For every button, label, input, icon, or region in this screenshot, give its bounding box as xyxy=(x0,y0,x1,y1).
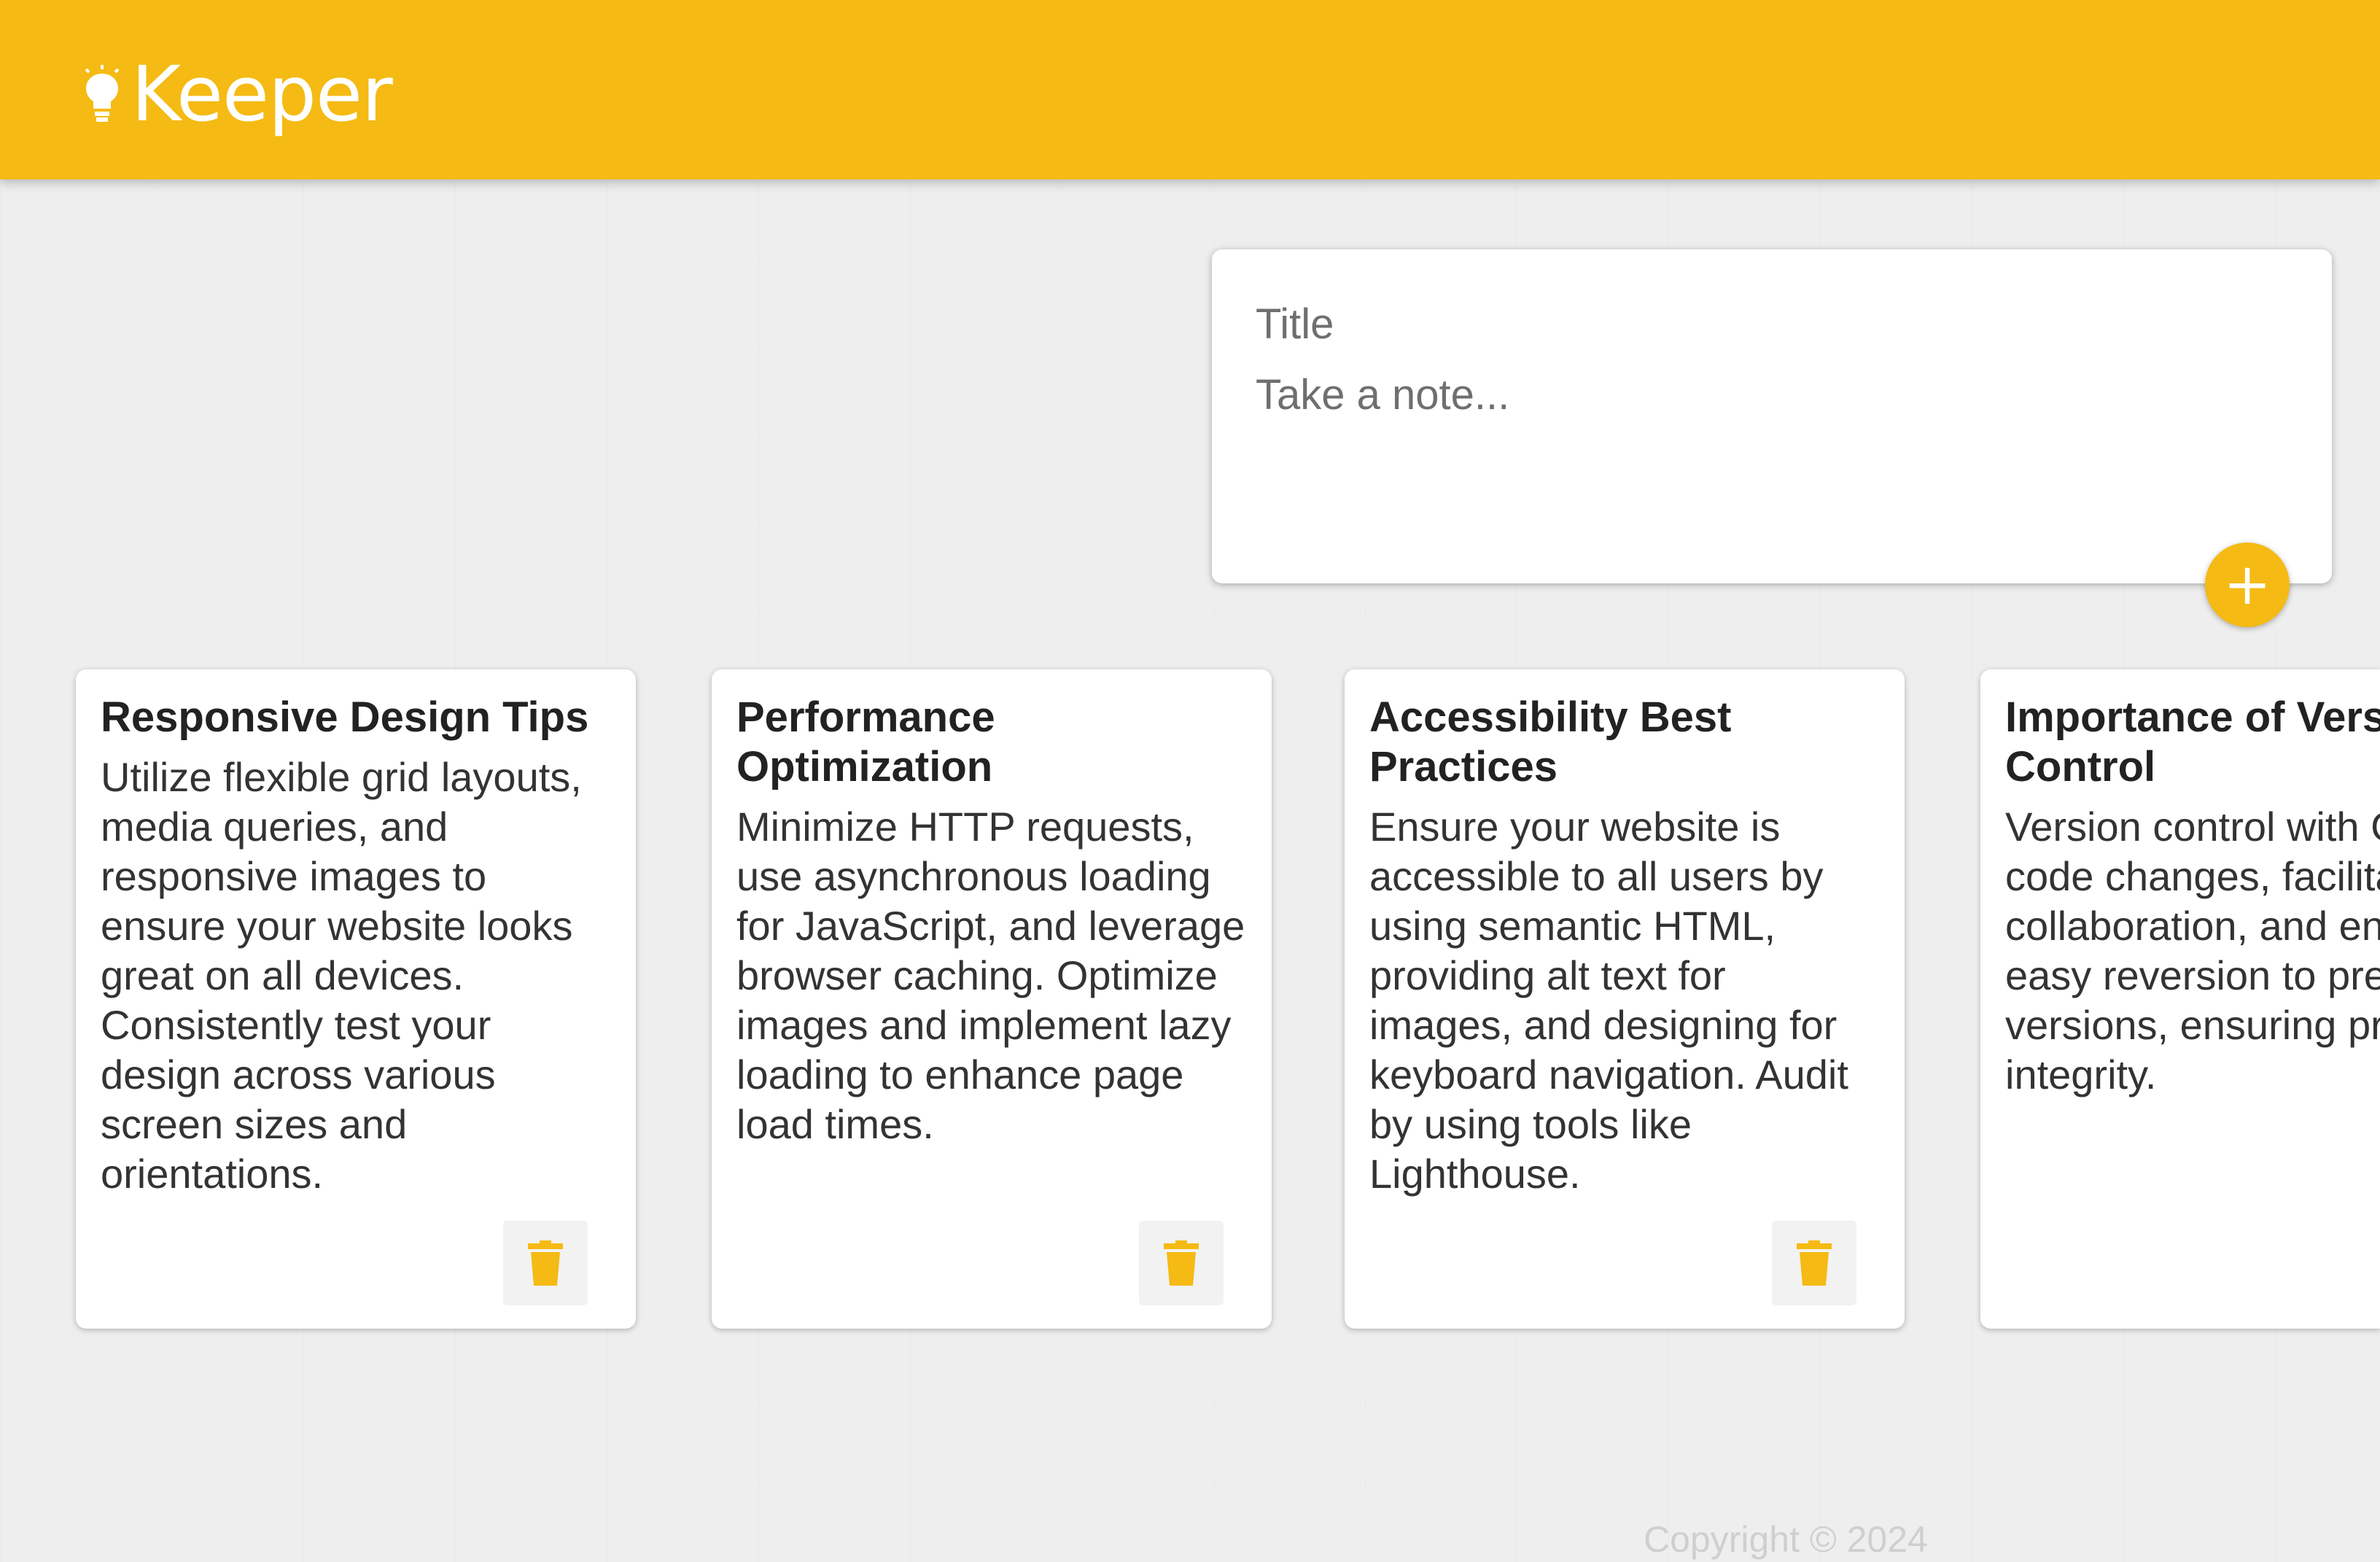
note-title: Performance Optimization xyxy=(736,693,995,790)
brand: Keeper xyxy=(80,47,393,141)
note-card: Performance Optimization Minimize HTTP r… xyxy=(712,669,1272,1329)
plus-icon: + xyxy=(2223,552,2271,618)
note-content: Minimize HTTP requests, use asynchronous… xyxy=(736,804,1245,1147)
lightbulb-icon xyxy=(85,65,120,122)
note-card: Importance of Version Control Version co… xyxy=(1980,669,2380,1329)
note-title-input[interactable] xyxy=(1256,295,2291,353)
note-content: Utilize flexible grid layouts, media que… xyxy=(101,754,582,1197)
trash-icon xyxy=(1797,1240,1832,1286)
note-card: Responsive Design Tips Utilize flexible … xyxy=(76,669,636,1329)
note-title: Importance of Version Control xyxy=(2005,693,2380,790)
create-note-form xyxy=(1212,249,2332,583)
add-note-button[interactable]: + xyxy=(2205,543,2290,627)
footer-copyright: Copyright © 2024 xyxy=(1644,1519,1928,1560)
delete-note-button[interactable] xyxy=(1139,1221,1224,1305)
note-card: Accessibility Best Practices Ensure your… xyxy=(1345,669,1905,1329)
note-content-input[interactable] xyxy=(1256,370,2291,553)
delete-note-button[interactable] xyxy=(503,1221,588,1305)
trash-icon xyxy=(528,1240,563,1286)
delete-note-button[interactable] xyxy=(1772,1221,1856,1305)
note-content: Ensure your website is accessible to all… xyxy=(1369,804,1848,1197)
trash-icon xyxy=(1164,1240,1199,1286)
app-title: Keeper xyxy=(131,50,393,139)
app-header: Keeper xyxy=(0,0,2380,179)
note-content: Version control with Git tracks code cha… xyxy=(2005,804,2380,1097)
note-title: Accessibility Best Practices xyxy=(1369,693,1732,790)
note-title: Responsive Design Tips xyxy=(101,693,589,741)
